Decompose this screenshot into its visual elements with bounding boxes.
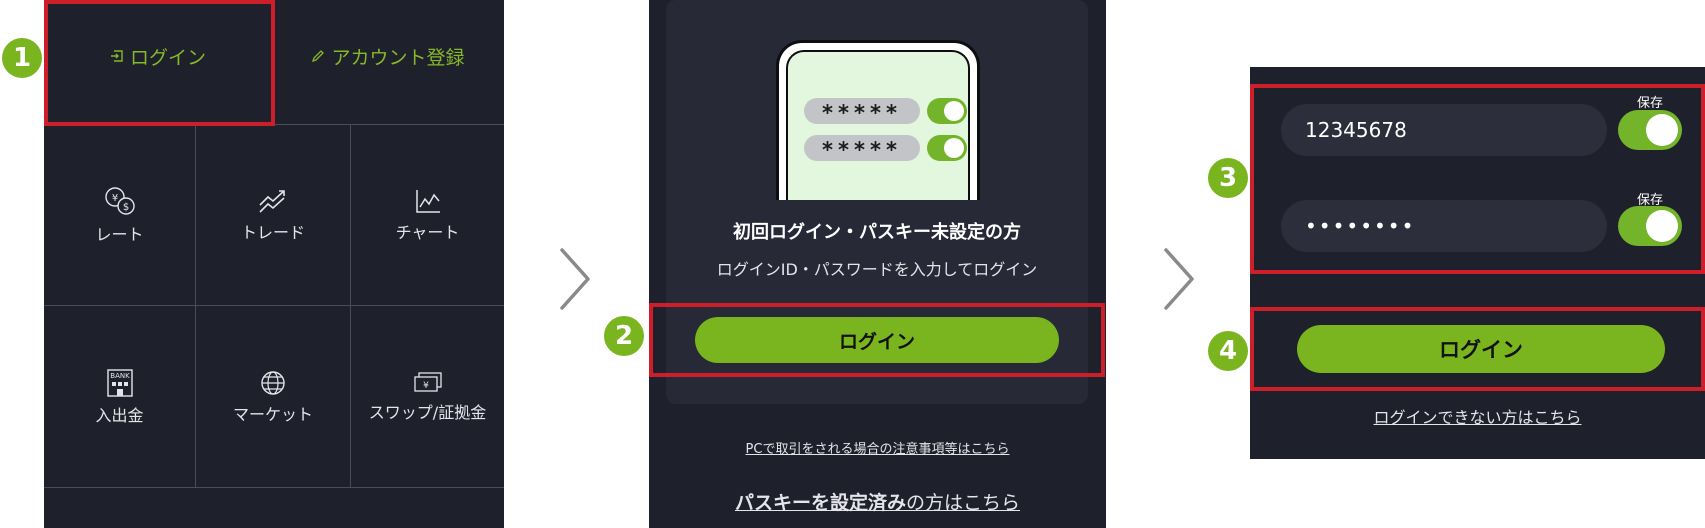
passkey-link[interactable]: パスキーを設定済みの方はこちら [649,488,1106,515]
card-subtext: ログインID・パスワードを入力してログイン [716,260,1038,279]
card-heading: 初回ログイン・パスキー未設定の方 [733,222,1021,243]
tile-chart[interactable]: チャート [351,124,504,306]
passkey-link-bold: パスキーを設定済み [734,492,906,514]
step-badge-1: 1 [2,38,42,78]
tile-label: スワップ/証拠金 [368,402,487,422]
line-chart-icon [415,189,440,213]
currency-exchange-icon: ¥ $ [104,186,135,215]
chevron-right-icon [1164,248,1194,310]
highlight-login-link [44,0,275,126]
tile-deposit[interactable]: BANK 入出金 [44,306,196,488]
phone-illustration: ***** ***** [776,40,980,200]
step-badge-2: 2 [604,316,644,356]
tile-label: チャート [395,222,460,242]
highlight-login-button [649,303,1105,377]
tile-label: マーケット [232,404,313,424]
tile-swap[interactable]: ¥ スワップ/証拠金 [351,306,504,488]
toggle-illustration [927,135,967,161]
globe-icon [261,370,285,395]
trend-arrows-icon [259,189,285,213]
yen-symbol: ¥ [423,381,429,391]
step-badge-3: 3 [1208,158,1248,198]
tile-label: 入出金 [95,405,144,425]
password-mask: ***** [804,135,920,162]
bank-icon: BANK [106,368,133,397]
tile-label: トレード [240,222,305,242]
cannot-login-link[interactable]: ログインできない方はこちら [1250,404,1705,428]
tile-rate[interactable]: ¥ $ レート [44,124,196,306]
passkey-link-rest: の方はこちら [906,492,1021,514]
pc-notice-link[interactable]: PCで取引をされる場合の注意事項等はこちら [649,438,1106,457]
tile-trade[interactable]: トレード [196,124,351,306]
step-badge-4: 4 [1208,331,1248,371]
password-mask: ***** [804,98,920,125]
chevron-right-icon [560,248,590,310]
yen-note-icon: ¥ [413,371,442,392]
signup-link-label: アカウント登録 [331,46,465,69]
bank-icon-text: BANK [110,372,130,380]
signup-link[interactable]: アカウント登録 [272,0,504,112]
highlight-submit-button [1250,307,1705,391]
svg-text:$: $ [122,202,128,213]
highlight-credentials [1250,84,1705,274]
tile-market[interactable]: マーケット [196,306,351,488]
svg-text:¥: ¥ [111,193,117,204]
toggle-illustration [927,98,967,124]
pencil-icon [311,49,325,63]
tile-label: レート [95,224,144,244]
